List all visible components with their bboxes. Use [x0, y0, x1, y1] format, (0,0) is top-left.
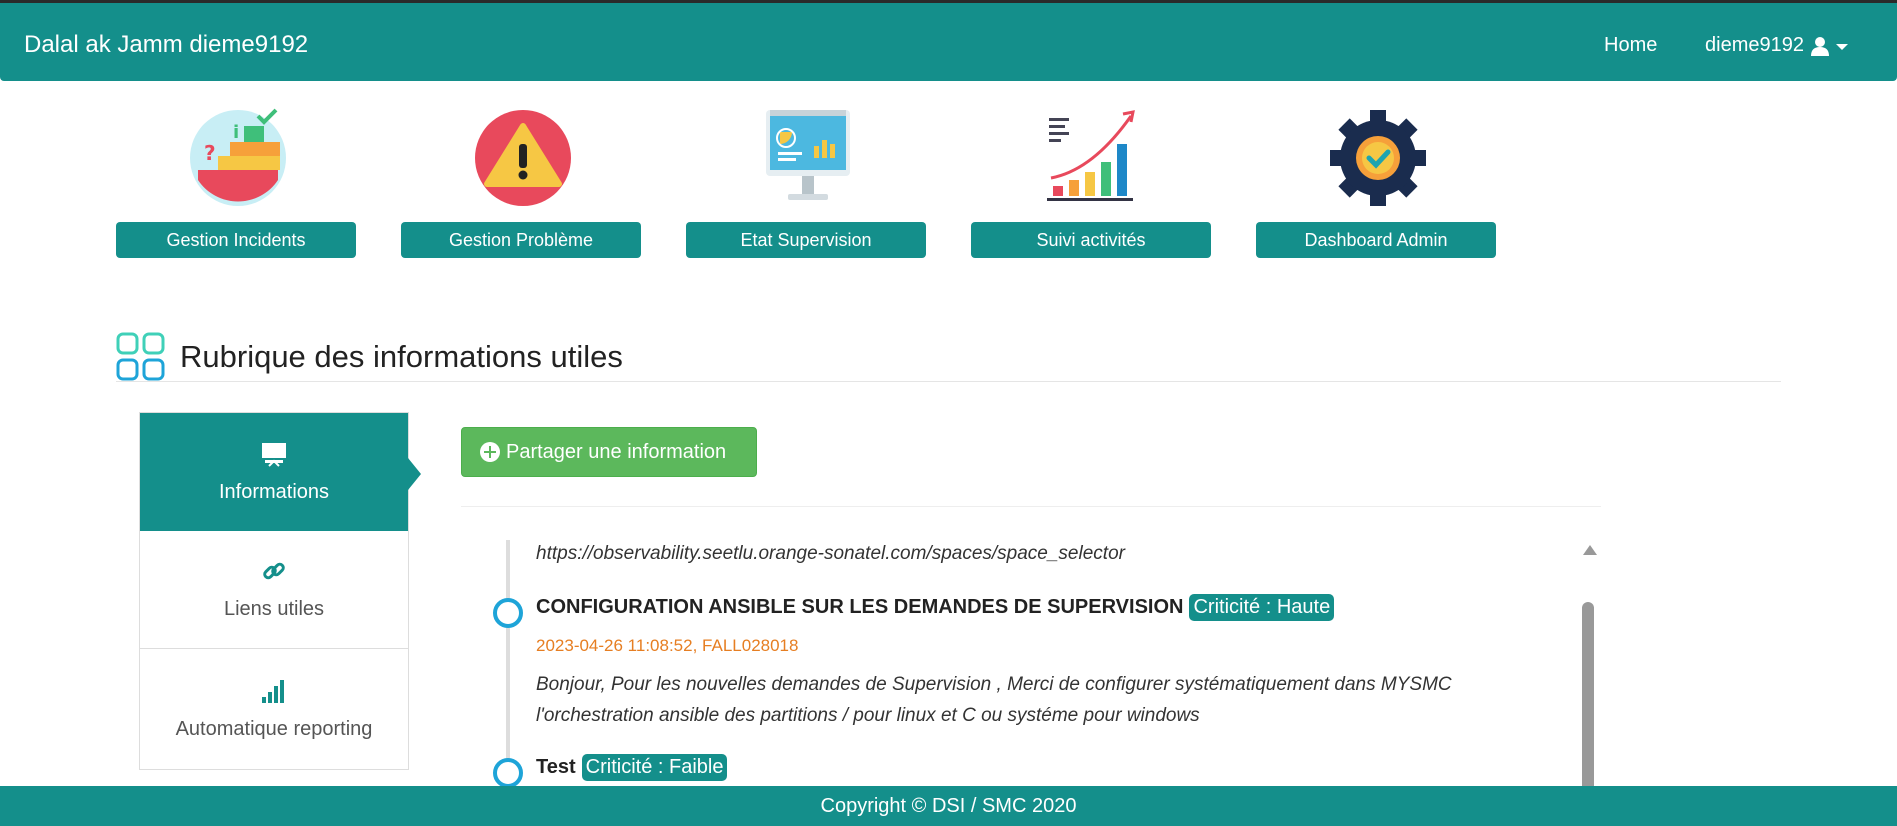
sidebar-item-label: Automatique reporting — [175, 717, 373, 740]
section-title: Rubrique des informations utiles — [180, 339, 623, 374]
plus-circle-icon — [480, 442, 500, 462]
gear-check-icon[interactable] — [1328, 108, 1428, 208]
timeline-dot — [493, 758, 523, 786]
tile-dashboard-admin: Dashboard Admin — [1256, 108, 1496, 258]
timeline-item-title: Test Criticité : Faible — [536, 754, 728, 781]
scroll-up-arrow-icon[interactable] — [1583, 545, 1597, 555]
info-sidebar-menu: Informations Liens utiles Automatique re… — [139, 412, 421, 770]
share-information-label: Partager une information — [506, 440, 727, 463]
sidebar-item-label: Liens utiles — [223, 598, 325, 620]
suivi-activites-button[interactable]: Suivi activités — [971, 222, 1211, 258]
incident-checklist-icon[interactable]: ? i — [188, 108, 288, 208]
tile-suivi-activites: Suivi activités — [971, 108, 1211, 258]
etat-supervision-button[interactable]: Etat Supervision — [686, 222, 926, 258]
timeline-body-line: l'orchestration ansible des partitions /… — [536, 705, 1200, 726]
user-menu-label: dieme9192 — [1705, 34, 1804, 56]
link-icon — [263, 562, 285, 580]
sidebar-item-informations[interactable]: Informations — [140, 413, 421, 531]
timeline-title-text: CONFIGURATION ANSIBLE SUR LES DEMANDES D… — [536, 596, 1184, 618]
brand-title[interactable]: Dalal ak Jamm dieme9192 — [24, 31, 308, 59]
tile-gestion-probleme: Gestion Problème — [401, 108, 641, 258]
tile-gestion-incidents: ? i Gestion Incidents — [116, 108, 356, 258]
scrollbar-thumb[interactable] — [1582, 602, 1594, 792]
footer-copyright: Copyright © DSI / SMC 2020 — [820, 794, 1077, 817]
grid-squares-icon — [116, 332, 165, 381]
section-heading: Rubrique des informations utiles — [116, 332, 623, 382]
criticity-badge: Criticité : Faible — [581, 754, 728, 781]
timeline-meta: 2023-04-26 11:08:52, FALL028018 — [536, 636, 799, 655]
dashboard-admin-button[interactable]: Dashboard Admin — [1256, 222, 1496, 258]
svg-text:?: ? — [204, 141, 216, 165]
timeline-item-title: CONFIGURATION ANSIBLE SUR LES DEMANDES D… — [536, 594, 1335, 621]
sidebar-item-liens-utiles[interactable]: Liens utiles — [140, 531, 408, 649]
timeline-scrollbar[interactable] — [1581, 540, 1597, 792]
info-timeline: https://observability.seetlu.orange-sona… — [461, 530, 1601, 786]
user-icon — [1810, 36, 1829, 56]
presentation-icon — [262, 442, 286, 467]
growth-chart-icon[interactable] — [1043, 108, 1143, 208]
sidebar-item-automatique-reporting[interactable]: Automatique reporting — [140, 650, 408, 768]
warning-icon[interactable] — [473, 108, 573, 208]
gestion-probleme-button[interactable]: Gestion Problème — [401, 222, 641, 258]
top-navbar: Dalal ak Jamm dieme9192 Home dieme9192 — [0, 0, 1897, 81]
nav-home-link[interactable]: Home — [1604, 34, 1657, 57]
signal-bars-icon — [262, 679, 284, 703]
share-information-button[interactable]: Partager une information — [461, 427, 757, 477]
section-divider — [116, 381, 1781, 382]
gestion-incidents-button[interactable]: Gestion Incidents — [116, 222, 356, 258]
timeline-body-line: Bonjour, Pour les nouvelles demandes de … — [536, 674, 1452, 695]
content-divider — [461, 506, 1601, 507]
chevron-down-icon — [1835, 44, 1848, 50]
sidebar-item-label: Informations — [218, 480, 330, 503]
footer: Copyright © DSI / SMC 2020 — [0, 786, 1897, 826]
monitor-dashboard-icon[interactable] — [758, 108, 858, 208]
svg-text:i: i — [233, 122, 239, 143]
user-menu-dropdown[interactable]: dieme9192 — [1705, 34, 1848, 57]
timeline-dot — [493, 598, 523, 628]
timeline-url-text: https://observability.seetlu.orange-sona… — [536, 543, 1125, 564]
criticity-badge: Criticité : Haute — [1189, 594, 1335, 621]
tile-etat-supervision: Etat Supervision — [686, 108, 926, 258]
active-indicator — [408, 458, 421, 490]
timeline-line — [506, 540, 510, 786]
timeline-title-text: Test — [536, 756, 576, 778]
